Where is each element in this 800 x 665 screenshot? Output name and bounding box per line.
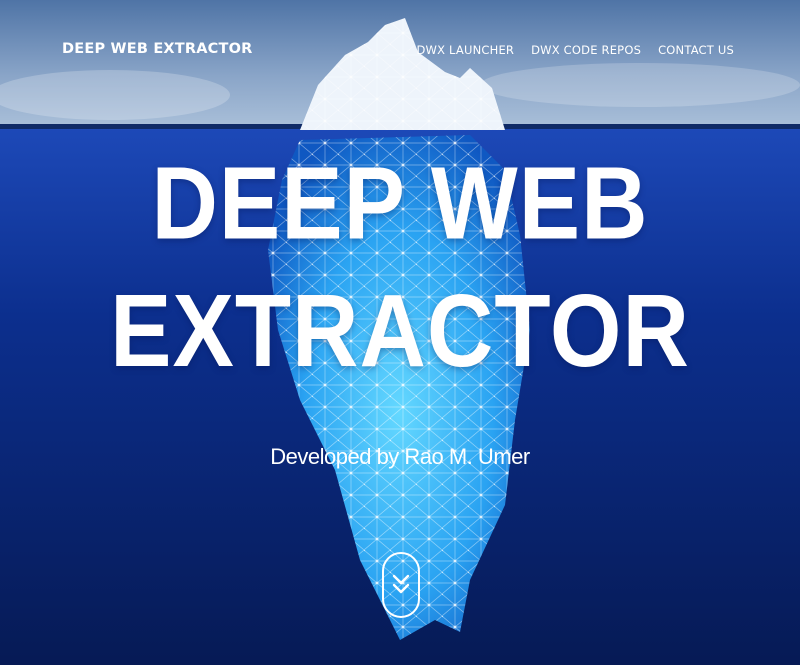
hero-title: DEEP WEB EXTRACTOR: [0, 140, 800, 395]
brand-logo-link[interactable]: DEEP WEB EXTRACTOR: [62, 41, 253, 57]
hero-subtitle: Developed by Rao M. Umer: [270, 444, 530, 469]
top-navbar: DEEP WEB EXTRACTOR DWX LAUNCHER DWX CODE…: [0, 0, 800, 100]
scroll-down-button[interactable]: [382, 552, 420, 618]
double-chevron-down-icon: [392, 574, 410, 594]
nav-link-dwx-launcher[interactable]: DWX LAUNCHER: [416, 43, 514, 57]
nav-link-dwx-code-repos[interactable]: DWX CODE REPOS: [531, 43, 641, 57]
hero-title-line-2: EXTRACTOR: [110, 274, 690, 389]
nav-menu: DWX LAUNCHER DWX CODE REPOS CONTACT US: [416, 43, 734, 57]
nav-link-contact-us[interactable]: CONTACT US: [658, 43, 734, 57]
hero-title-line-1: DEEP WEB: [151, 146, 649, 261]
